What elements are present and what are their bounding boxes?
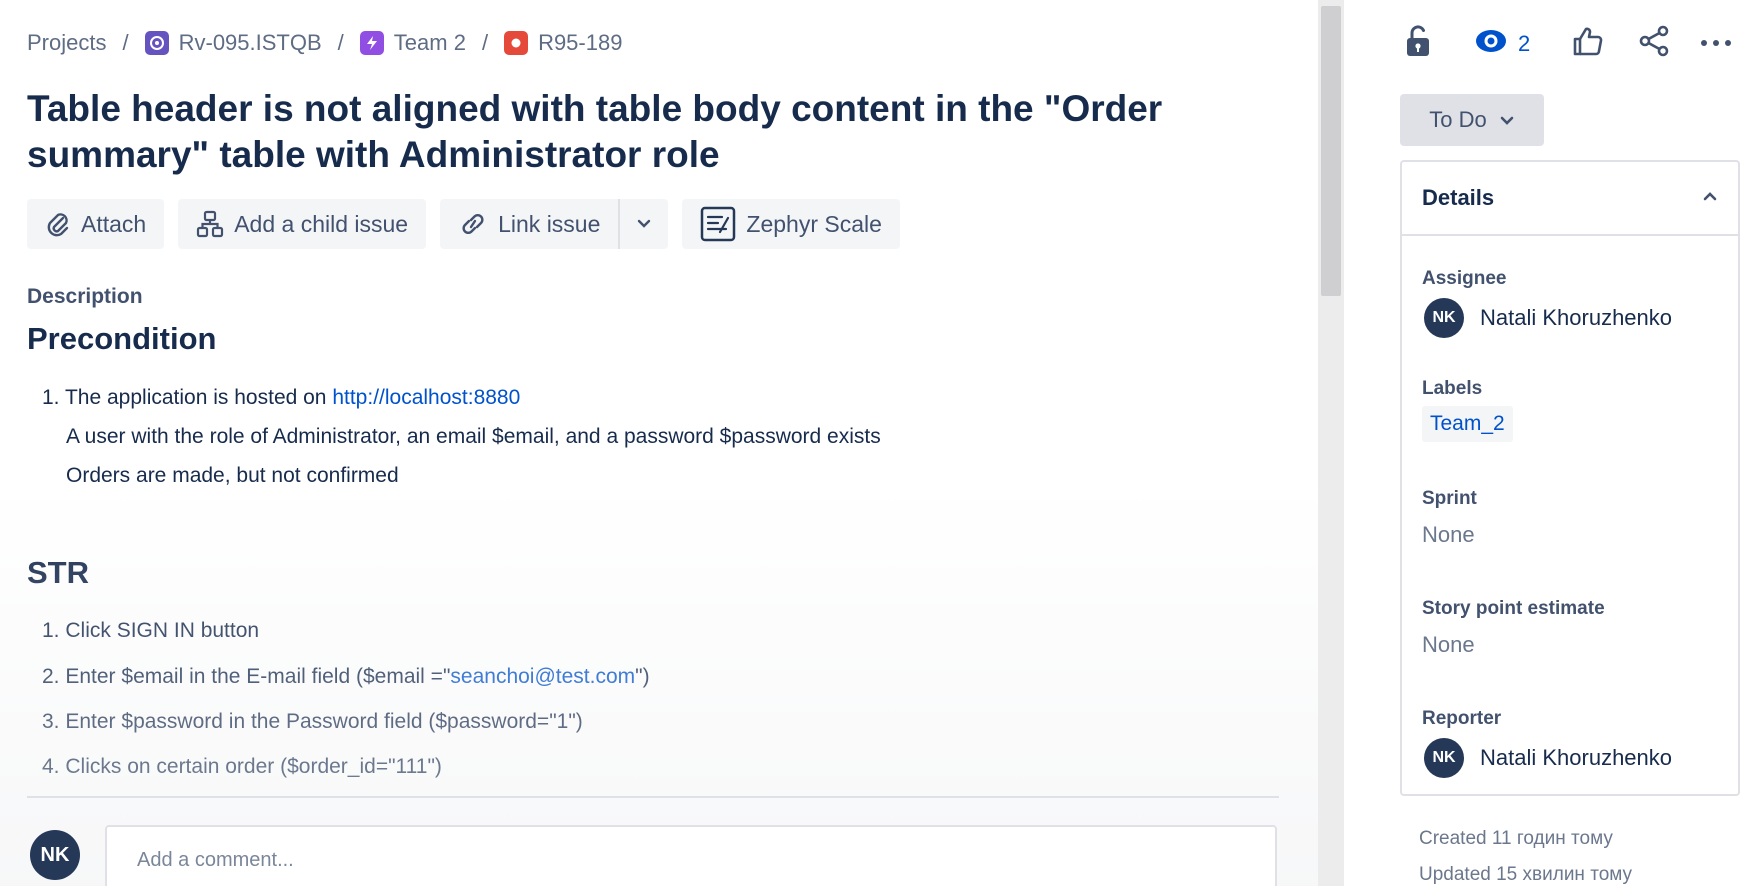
step-text: Enter $password in the Password field ($… bbox=[65, 710, 583, 733]
assignee-label: Assignee bbox=[1422, 268, 1507, 289]
assignee-name: Natali Khoruzhenko bbox=[1480, 305, 1673, 330]
details-panel-header[interactable]: Details bbox=[1402, 162, 1738, 236]
breadcrumb: Projects / Rv-095.ISTQB / Team 2 / R95-1… bbox=[27, 30, 622, 56]
step-text: Click SIGN IN button bbox=[65, 619, 260, 642]
reporter-name: Natali Khoruzhenko bbox=[1480, 745, 1673, 770]
breadcrumb-projects-label[interactable]: Projects bbox=[27, 30, 106, 56]
comment-divider bbox=[27, 796, 1279, 798]
like-icon bbox=[1572, 25, 1604, 62]
avatar: NK bbox=[1424, 298, 1464, 338]
issue-toolbar: Attach Add a child issue Link issue Zeph… bbox=[27, 199, 900, 249]
attach-button[interactable]: Attach bbox=[27, 199, 165, 249]
str-step: 2. Enter $email in the E-mail field ($em… bbox=[42, 665, 650, 689]
breadcrumb-issue-label[interactable]: R95-189 bbox=[538, 30, 622, 56]
str-step: 3. Enter $password in the Password field… bbox=[42, 710, 583, 734]
link-icon bbox=[458, 210, 488, 238]
watch-count: 2 bbox=[1518, 30, 1531, 56]
add-child-issue-button[interactable]: Add a child issue bbox=[178, 199, 427, 249]
reporter-label: Reporter bbox=[1422, 708, 1502, 729]
precondition-list-item: 1. The application is hosted on http://l… bbox=[42, 386, 520, 410]
email-link[interactable]: seanchoi@test.com bbox=[450, 665, 635, 688]
eye-icon bbox=[1474, 28, 1508, 59]
str-heading: STR bbox=[27, 555, 89, 590]
project-icon bbox=[144, 31, 169, 55]
breadcrumb-projects[interactable]: Projects bbox=[27, 30, 106, 56]
precondition-line-2: A user with the role of Administrator, a… bbox=[66, 425, 881, 448]
zephyr-scale-label: Zephyr Scale bbox=[746, 210, 882, 237]
list-number: 4. bbox=[42, 755, 60, 778]
unlock-icon bbox=[1405, 24, 1431, 63]
updated-timestamp: Updated 15 хвилин тому bbox=[1419, 864, 1633, 885]
scrollbar[interactable] bbox=[1318, 0, 1344, 886]
status-label: To Do bbox=[1429, 107, 1487, 132]
breadcrumb-project-label[interactable]: Rv-095.ISTQB bbox=[179, 30, 322, 56]
paperclip-icon bbox=[45, 210, 71, 238]
status-dropdown-button[interactable]: To Do bbox=[1400, 94, 1544, 146]
share-button[interactable] bbox=[1638, 25, 1670, 62]
link-issue-group: Link issue bbox=[440, 199, 669, 249]
child-issue-icon bbox=[196, 210, 224, 238]
issue-main-panel: Projects / Rv-095.ISTQB / Team 2 / R95-1… bbox=[0, 0, 1318, 886]
add-child-issue-label: Add a child issue bbox=[234, 210, 409, 237]
list-number: 1. bbox=[42, 386, 60, 409]
precondition-line-3: Orders are made, but not confirmed bbox=[66, 464, 399, 487]
share-icon bbox=[1638, 25, 1670, 62]
description-label: Description bbox=[27, 285, 143, 308]
epic-lightning-icon bbox=[359, 31, 384, 55]
comment-input[interactable]: Add a comment... bbox=[105, 825, 1277, 886]
avatar: NK bbox=[1424, 738, 1464, 778]
breadcrumb-separator: / bbox=[481, 30, 489, 55]
step-text: Clicks on certain order ($order_id="111"… bbox=[65, 755, 442, 778]
created-timestamp: Created 11 годин тому bbox=[1419, 828, 1613, 849]
link-issue-label: Link issue bbox=[498, 210, 601, 237]
bug-icon bbox=[504, 31, 529, 55]
localhost-link[interactable]: http://localhost:8880 bbox=[332, 386, 520, 409]
story-points-label: Story point estimate bbox=[1422, 598, 1605, 619]
breadcrumb-project[interactable]: Rv-095.ISTQB bbox=[144, 30, 322, 56]
attach-label: Attach bbox=[81, 210, 147, 237]
reporter-field[interactable]: NK Natali Khoruzhenko bbox=[1424, 738, 1672, 778]
precondition-text: The application is hosted on bbox=[64, 386, 333, 409]
list-number: 3. bbox=[42, 710, 60, 733]
link-issue-button[interactable]: Link issue bbox=[440, 199, 618, 249]
list-number: 2. bbox=[42, 665, 60, 688]
str-step: 1. Click SIGN IN button bbox=[42, 619, 259, 643]
step-text-tail: ") bbox=[635, 665, 650, 688]
labels-label: Labels bbox=[1422, 378, 1483, 399]
zephyr-scale-button[interactable]: Zephyr Scale bbox=[682, 199, 900, 249]
details-panel: Details Assignee NK Natali Khoruzhenko L… bbox=[1400, 160, 1740, 796]
zephyr-scale-icon bbox=[700, 206, 736, 242]
issue-title[interactable]: Table header is not aligned with table b… bbox=[27, 86, 1227, 178]
chevron-down-icon bbox=[636, 218, 652, 230]
chevron-down-icon bbox=[1499, 107, 1515, 133]
details-title: Details bbox=[1422, 185, 1495, 210]
str-step: 4. Clicks on certain order ($order_id="1… bbox=[42, 755, 442, 779]
more-icon bbox=[1700, 35, 1732, 53]
precondition-heading: Precondition bbox=[27, 321, 217, 356]
breadcrumb-separator: / bbox=[122, 30, 129, 55]
more-actions-button[interactable] bbox=[1700, 35, 1732, 53]
watch-button[interactable]: 2 bbox=[1474, 28, 1530, 59]
breadcrumb-separator: / bbox=[337, 30, 344, 55]
chevron-up-icon[interactable] bbox=[1702, 189, 1718, 207]
link-issue-dropdown-button[interactable] bbox=[620, 199, 668, 249]
assignee-field[interactable]: NK Natali Khoruzhenko bbox=[1424, 298, 1672, 338]
sprint-value[interactable]: None bbox=[1422, 522, 1475, 548]
issue-actions: 2 bbox=[1400, 24, 1732, 63]
avatar[interactable]: NK bbox=[30, 830, 80, 880]
breadcrumb-issue[interactable]: R95-189 bbox=[504, 30, 622, 56]
scrollbar-thumb[interactable] bbox=[1321, 6, 1341, 296]
label-chip[interactable]: Team_2 bbox=[1422, 406, 1513, 442]
like-button[interactable] bbox=[1572, 25, 1604, 62]
breadcrumb-epic[interactable]: Team 2 bbox=[359, 30, 466, 56]
breadcrumb-epic-label[interactable]: Team 2 bbox=[394, 30, 466, 56]
sprint-label: Sprint bbox=[1422, 488, 1477, 509]
list-number: 1. bbox=[42, 619, 60, 642]
restrictions-button[interactable] bbox=[1400, 24, 1436, 63]
story-points-value[interactable]: None bbox=[1422, 632, 1475, 658]
step-text: Enter $email in the E-mail field ($email… bbox=[65, 665, 451, 688]
